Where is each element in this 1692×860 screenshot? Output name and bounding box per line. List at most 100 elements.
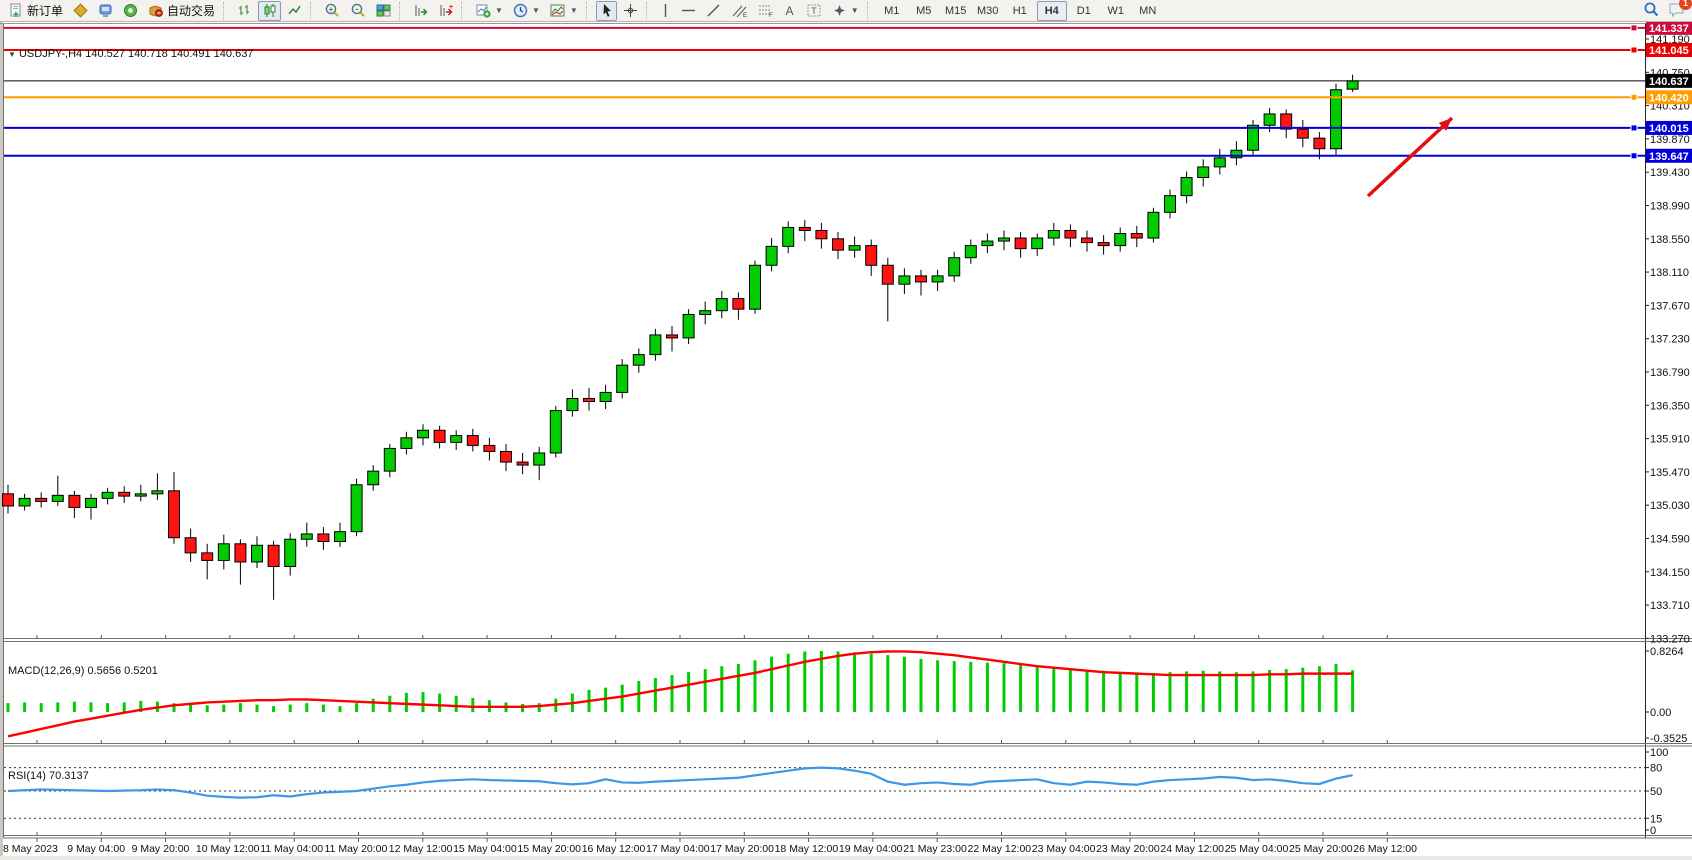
- candle-body: [1082, 238, 1093, 243]
- price-line-badge-label: 141.045: [1649, 45, 1689, 57]
- vertical-line-button[interactable]: [656, 1, 675, 21]
- candle-body: [965, 246, 976, 258]
- price-tick-label: 137.230: [1650, 334, 1690, 346]
- candle-body: [1131, 233, 1142, 238]
- macd-indicator-label: MACD(12,26,9) 0.5656 0.5201: [8, 665, 158, 677]
- candle-body: [3, 494, 14, 506]
- candle-body: [202, 553, 213, 561]
- timeframe-h1-button[interactable]: H1: [1005, 1, 1035, 21]
- timeframe-m30-button[interactable]: M30: [973, 1, 1003, 21]
- timeframe-mn-button[interactable]: MN: [1133, 1, 1163, 21]
- chart-canvas[interactable]: 141.190140.750140.310139.870139.430138.9…: [0, 22, 1692, 860]
- cursor-icon: [600, 3, 613, 18]
- window-bottom-strip: [0, 856, 1692, 860]
- auto-scroll-icon: [413, 3, 428, 18]
- price-tick-label: 135.470: [1650, 467, 1690, 479]
- zoom-in-button[interactable]: +: [320, 1, 344, 21]
- chat-button[interactable]: 1: [1668, 1, 1686, 21]
- timeframe-h4-button[interactable]: H4: [1037, 1, 1067, 21]
- crosshair-icon: [623, 3, 638, 18]
- svg-text:+: +: [13, 9, 19, 18]
- candle-body: [1148, 212, 1159, 238]
- time-axis-label: 24 May 12:00: [1160, 843, 1224, 855]
- profiles-button[interactable]: [94, 1, 117, 21]
- macd-tick-label: 0.00: [1650, 707, 1671, 719]
- price-tick-label: 136.790: [1650, 367, 1690, 379]
- candlestick-button[interactable]: [258, 1, 281, 21]
- candle-body: [916, 276, 927, 282]
- candle-body: [534, 453, 545, 465]
- candle-body: [733, 299, 744, 310]
- candle-body: [52, 495, 63, 501]
- channel-button[interactable]: E: [727, 1, 751, 21]
- cursor-button[interactable]: [596, 1, 617, 21]
- time-axis-label: 10 May 12:00: [196, 843, 260, 855]
- arrows-button[interactable]: ▼: [828, 1, 863, 21]
- templates-button[interactable]: ▼: [546, 1, 582, 21]
- time-axis-label: 15 May 04:00: [453, 843, 517, 855]
- price-tick-label: 135.910: [1650, 434, 1690, 446]
- line-handle[interactable]: [1631, 94, 1637, 100]
- macd-tick-label: -0.3525: [1650, 733, 1687, 745]
- text-label-button[interactable]: T: [802, 1, 826, 21]
- line-handle[interactable]: [1631, 153, 1637, 159]
- price-line-badge-label: 140.637: [1649, 76, 1689, 88]
- chart-shift-icon: +: [438, 3, 453, 18]
- line-handle[interactable]: [1631, 47, 1637, 53]
- candle-body: [833, 239, 844, 250]
- candle-body: [584, 398, 595, 401]
- candle-body: [799, 227, 810, 230]
- line-handle[interactable]: [1631, 25, 1637, 31]
- candle-body: [19, 498, 30, 506]
- trendline-button[interactable]: [702, 1, 725, 21]
- dropdown-arrow-icon: ▼: [532, 6, 540, 15]
- candle-body: [218, 544, 229, 561]
- candle-body: [501, 451, 512, 462]
- time-axis-label: 22 May 12:00: [968, 843, 1032, 855]
- indicators-button[interactable]: ▼: [471, 1, 507, 21]
- new-chart-button[interactable]: [69, 1, 92, 21]
- time-axis-label: 9 May 04:00: [67, 843, 125, 855]
- alerts-button[interactable]: [119, 1, 142, 21]
- candle-body: [899, 276, 910, 284]
- line-chart-button[interactable]: [283, 1, 306, 21]
- new-order-button[interactable]: + 新订单: [5, 1, 67, 21]
- candle-body: [1314, 138, 1325, 149]
- timeframe-m1-button[interactable]: M1: [877, 1, 907, 21]
- periods-button[interactable]: ▼: [509, 1, 544, 21]
- price-tick-label: 134.150: [1650, 567, 1690, 579]
- symbol-title: ▼ USDJPY-,H4 140.527 140.718 140.491 140…: [8, 48, 253, 60]
- candle-body: [1264, 114, 1275, 125]
- collapse-marker-icon[interactable]: ▼: [8, 50, 16, 59]
- candle-body: [1248, 125, 1259, 150]
- bar-chart-icon: [237, 3, 252, 18]
- candle-body: [550, 411, 561, 453]
- timeframe-m15-button[interactable]: M15: [941, 1, 971, 21]
- fibonacci-button[interactable]: F: [753, 1, 777, 21]
- line-handle[interactable]: [1631, 125, 1637, 131]
- price-tick-label: 135.030: [1650, 500, 1690, 512]
- timeframe-w1-button[interactable]: W1: [1101, 1, 1131, 21]
- search-icon[interactable]: [1643, 1, 1660, 21]
- crosshair-button[interactable]: [619, 1, 642, 21]
- text-button[interactable]: A: [779, 1, 800, 21]
- candle-body: [866, 246, 877, 266]
- horizontal-line-button[interactable]: [677, 1, 700, 21]
- time-axis-label: 17 May 20:00: [710, 843, 774, 855]
- autotrading-button[interactable]: 自动交易: [144, 1, 219, 21]
- auto-scroll-button[interactable]: [409, 1, 432, 21]
- price-tick-label: 139.870: [1650, 134, 1690, 146]
- timeframe-d1-button[interactable]: D1: [1069, 1, 1099, 21]
- bar-chart-button[interactable]: [233, 1, 256, 21]
- price-line-badge-label: 140.015: [1649, 123, 1689, 135]
- time-axis-label: 12 May 12:00: [389, 843, 453, 855]
- candle-body: [152, 491, 163, 494]
- chart-shift-button[interactable]: +: [434, 1, 457, 21]
- line-chart-icon: [287, 3, 302, 18]
- zoom-out-button[interactable]: -: [346, 1, 370, 21]
- timeframe-m5-button[interactable]: M5: [909, 1, 939, 21]
- candle-body: [766, 246, 777, 265]
- tile-windows-button[interactable]: [372, 1, 395, 21]
- window-left-edge: [0, 22, 3, 860]
- candle-body: [783, 227, 794, 246]
